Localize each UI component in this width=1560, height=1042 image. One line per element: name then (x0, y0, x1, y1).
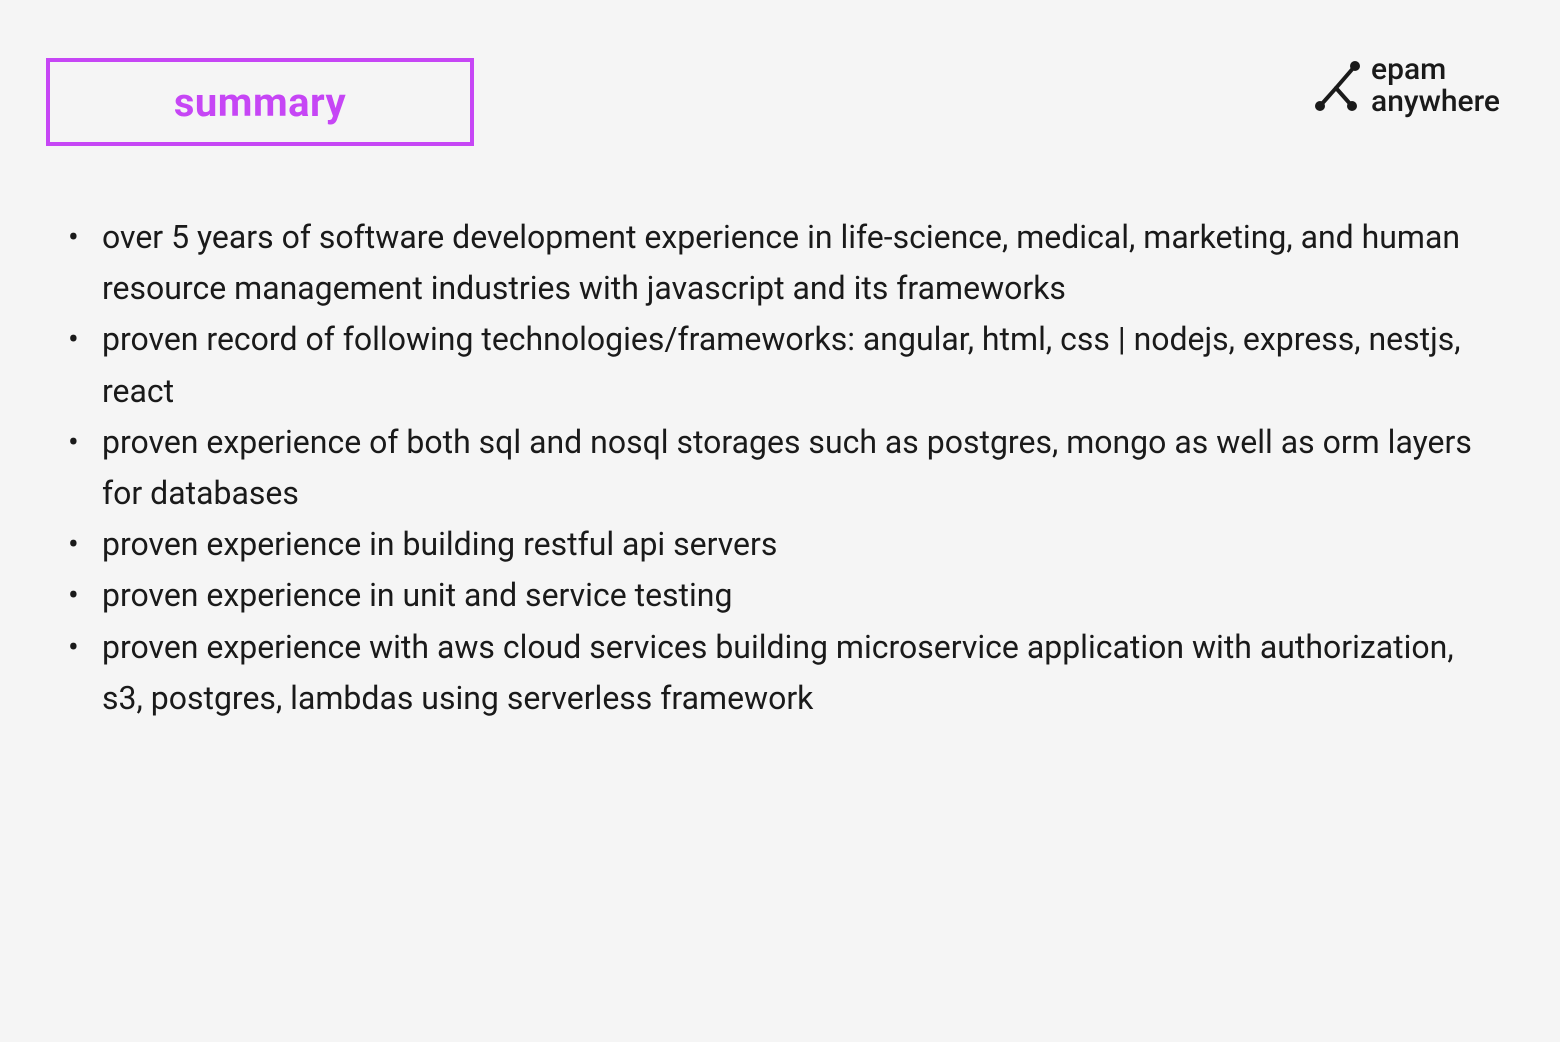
summary-header-box: summary (46, 58, 474, 146)
epam-anywhere-logo-icon (1313, 58, 1361, 114)
list-item: over 5 years of software development exp… (102, 212, 1500, 314)
list-item: proven experience with aws cloud service… (102, 622, 1500, 724)
brand-logo-text: epam anywhere (1371, 54, 1500, 117)
brand-logo-line2: anywhere (1371, 86, 1500, 118)
list-item: proven experience of both sql and nosql … (102, 417, 1500, 519)
summary-content: over 5 years of software development exp… (68, 212, 1500, 724)
summary-title: summary (174, 79, 346, 126)
list-item: proven experience in building restful ap… (102, 519, 1500, 570)
list-item: proven record of following technologies/… (102, 314, 1500, 416)
brand-logo: epam anywhere (1313, 54, 1500, 117)
summary-list: over 5 years of software development exp… (68, 212, 1500, 724)
list-item: proven experience in unit and service te… (102, 570, 1500, 621)
brand-logo-line1: epam (1371, 54, 1500, 86)
